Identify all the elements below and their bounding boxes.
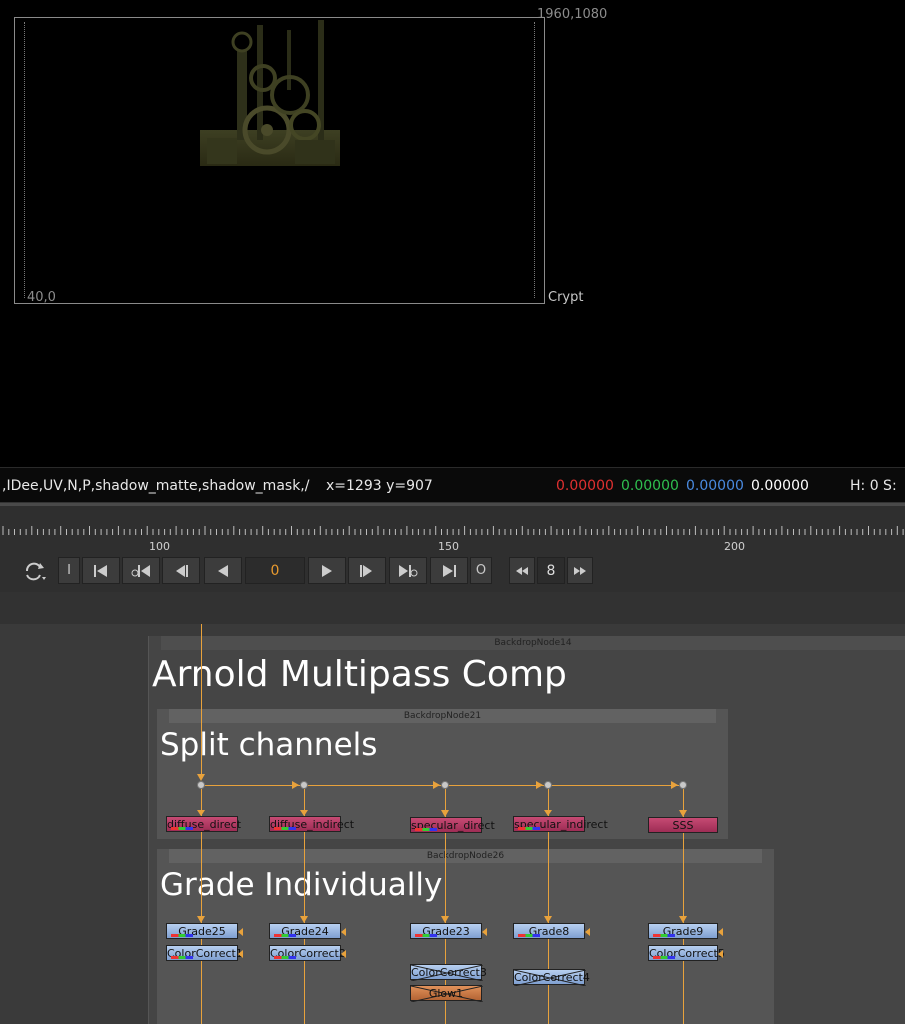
prev-key-icon <box>131 564 150 577</box>
set-output-button[interactable]: O <box>470 557 492 584</box>
next-key-icon <box>399 564 418 577</box>
format-origin-label: 40,0 <box>27 290 56 305</box>
step-back-button[interactable] <box>162 557 200 584</box>
timeline-ticks <box>2 526 904 535</box>
step-forward-button[interactable] <box>348 557 386 584</box>
last-frame-button[interactable] <box>430 557 468 584</box>
node-graph[interactable]: BackdropNode14 Arnold Multipass Comp Bac… <box>0 624 905 1024</box>
step-back-icon <box>176 564 188 577</box>
increment-field[interactable]: 8 <box>537 557 565 584</box>
increment-button[interactable] <box>567 557 593 584</box>
set-input-button[interactable]: I <box>58 557 80 584</box>
layer-list: ,IDee,UV,N,P,shadow_matte,shadow_mask,/ <box>2 478 310 494</box>
prev-keyframe-button[interactable] <box>122 557 160 584</box>
fast-forward-icon <box>574 566 586 575</box>
rendered-image <box>200 20 340 166</box>
play-forward-button[interactable] <box>308 557 346 584</box>
step-forward-icon <box>360 564 372 577</box>
hsv-readout: H: 0 S: <box>850 478 897 494</box>
transport-controls: I 0 O 8 <box>0 554 905 593</box>
first-frame-button[interactable] <box>82 557 120 584</box>
channel-label: Crypt <box>548 290 584 305</box>
green-value: 0.00000 <box>621 478 679 494</box>
tick-label-100: 100 <box>149 540 170 553</box>
skip-start-icon <box>94 564 107 577</box>
play-icon <box>322 564 332 577</box>
current-frame-field[interactable]: 0 <box>245 557 305 584</box>
viewer[interactable]: 1960,1080 40,0 Crypt <box>0 0 905 467</box>
decrement-button[interactable] <box>509 557 535 584</box>
loop-icon <box>26 562 46 580</box>
play-reverse-icon <box>218 564 228 577</box>
skip-end-icon <box>443 564 456 577</box>
alpha-value: 0.00000 <box>751 478 809 494</box>
next-keyframe-button[interactable] <box>389 557 427 584</box>
red-value: 0.00000 <box>556 478 614 494</box>
viewer-info-bar: ,IDee,UV,N,P,shadow_matte,shadow_mask,/ … <box>0 467 905 503</box>
panel-separator <box>0 592 905 625</box>
blue-value: 0.00000 <box>686 478 744 494</box>
playback-mode-button[interactable] <box>18 557 52 584</box>
tick-label-200: 200 <box>724 540 745 553</box>
wire-arrows <box>197 774 687 923</box>
tick-label-150: 150 <box>438 540 459 553</box>
rewind-icon <box>516 566 528 575</box>
format-size-label: 1960,1080 <box>537 7 608 22</box>
timeline[interactable]: 100 150 200 <box>0 503 905 557</box>
play-backward-button[interactable] <box>204 557 242 584</box>
pixel-coords: x=1293 y=907 <box>326 478 433 494</box>
